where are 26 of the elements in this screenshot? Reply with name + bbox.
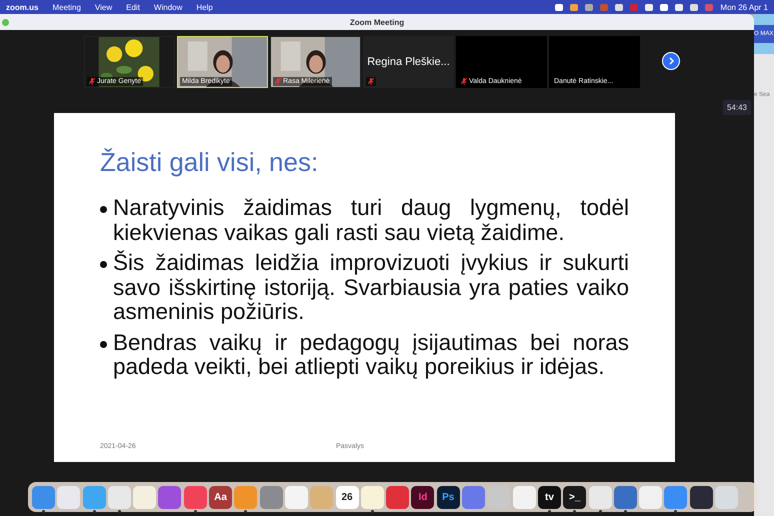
app-menu[interactable]: zoom.us: [6, 2, 38, 12]
dock-app-icon[interactable]: 26: [336, 486, 359, 508]
menu-item[interactable]: Meeting: [52, 2, 81, 12]
bullet-icon: [100, 340, 107, 348]
bullet-text: Šis žaidimas leidžia improvizuoti įvykius ir sukurti savo išskirtinę istoriją. Svarbiausia yra paties vaiko asmeninis požiūris.: [113, 251, 629, 324]
slide-title: Žaisti gali visi, nes:: [100, 147, 320, 178]
dock-app-icon[interactable]: [690, 486, 713, 508]
bullet-text: Bendras vaikų ir pedagogų įsijautimas bei noras padeda veikti, bei atliepti vaikų poreikius ir idėjas.: [113, 330, 629, 380]
bullet-icon: [100, 261, 107, 268]
dock-app-icon[interactable]: Aa: [209, 486, 232, 508]
participant-name: Regina Pleškie...: [367, 56, 450, 68]
window-title: Zoom Meeting: [350, 18, 404, 26]
bullet-text: Naratyvinis žaidimas turi daug lygmenų, todėl kiekvienas vaikas gali rasti sau vietą žaidime.: [113, 196, 629, 245]
next-page-button[interactable]: [662, 52, 680, 70]
window-button[interactable]: [2, 18, 9, 26]
menu-item[interactable]: View: [94, 2, 112, 12]
meeting-timer: 54:43: [722, 100, 751, 115]
chevron-right-icon: [667, 57, 675, 65]
menu-item[interactable]: Window: [154, 2, 182, 12]
bullet-icon: [100, 206, 107, 213]
dock-app-icon[interactable]: Ps: [436, 486, 460, 508]
dock-app-icon[interactable]: Id: [411, 486, 434, 508]
menu-bar-clock[interactable]: Mon 26 Apr 1: [720, 2, 768, 12]
menu-item[interactable]: Help: [196, 2, 213, 12]
menu-item[interactable]: Edit: [126, 2, 140, 12]
video-tile[interactable]: Regina Pleškie...: [363, 36, 454, 88]
